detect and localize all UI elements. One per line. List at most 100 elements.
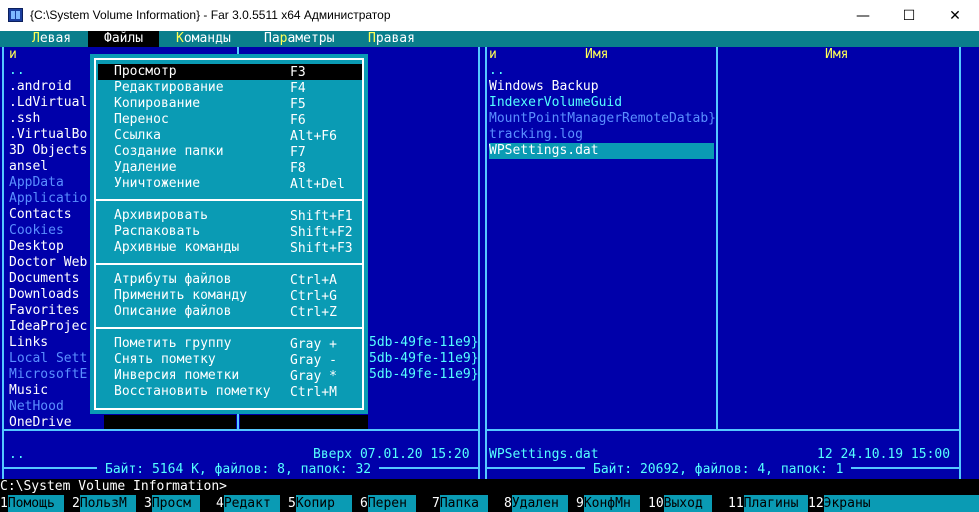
left-file-item[interactable]: ansel [9, 159, 48, 175]
menu-item[interactable]: Распаковать Shift+F2 [98, 224, 362, 240]
left-file-item[interactable]: Links [9, 335, 48, 351]
menu-item-shortcut: Gray - [290, 353, 337, 368]
menu-item-label: Пометить группу [114, 336, 232, 351]
menu-item[interactable]: Просмотр F3 [98, 64, 362, 80]
menu-item[interactable]: Удаление F8 [98, 160, 362, 176]
right-col-name-1: Имя [585, 47, 609, 62]
menu-item[interactable]: Редактирование F4 [98, 80, 362, 96]
right-file-item[interactable]: IndexerVolumeGuid [489, 95, 622, 111]
left-file-item[interactable]: Downloads [9, 287, 79, 303]
menu-item[interactable]: Архивные команды Shift+F3 [98, 240, 362, 256]
menu-commands[interactable]: Команды [176, 31, 231, 47]
fkey-12[interactable]: 12Экраны [808, 495, 979, 512]
menu-item[interactable]: Описание файлов Ctrl+Z [98, 304, 362, 320]
left-file-item[interactable]: AppData [9, 175, 64, 191]
fkey-label: Выход [663, 495, 712, 512]
menu-item-shortcut: F7 [290, 145, 306, 160]
menu-item[interactable]: Атрибуты файлов Ctrl+A [98, 272, 362, 288]
function-keybar: 1Помощь 2ПользМ 3Просм 4Редакт 5Копир 6Перен 7… [0, 495, 979, 512]
fkey-7[interactable]: 7Папка [432, 495, 488, 512]
fkey-8[interactable]: 8Удален [504, 495, 568, 512]
fkey-6[interactable]: 6Перен [360, 495, 416, 512]
fkey-1[interactable]: 1Помощь [0, 495, 64, 512]
menu-item-label: Перенос [114, 112, 169, 127]
menu-item[interactable]: Создание папки F7 [98, 144, 362, 160]
menu-item-shortcut: F5 [290, 97, 306, 112]
fkey-number: 6 [360, 496, 368, 511]
close-button[interactable]: ✕ [932, 0, 978, 31]
menu-item[interactable]: Пометить группу Gray + [98, 336, 362, 352]
left-file-item[interactable]: Local Sett [9, 351, 87, 367]
fkey-2[interactable]: 2ПользМ [72, 495, 136, 512]
menu-right[interactable]: Правая [368, 31, 415, 47]
menu-item-shortcut: Gray * [290, 369, 337, 384]
left-file-item[interactable]: .LdVirtual [9, 95, 87, 111]
left-file-item[interactable]: Doctor Web [9, 255, 87, 271]
menu-item-label: Создание папки [114, 144, 224, 159]
menu-item[interactable]: Снять пометку Gray - [98, 352, 362, 368]
left-file-item[interactable]: Contacts [9, 207, 72, 223]
guid-text: 5db-49fe-11e9} [369, 351, 479, 366]
left-file-item[interactable]: Cookies [9, 223, 64, 239]
left-file-item[interactable]: Music [9, 383, 48, 399]
right-file-item[interactable]: WPSettings.dat [489, 143, 714, 159]
command-line[interactable]: C:\System Volume Information> [0, 479, 979, 495]
menu-item[interactable]: Уничтожение Alt+Del [98, 176, 362, 192]
menu-item-shortcut: Gray + [290, 337, 337, 352]
left-file-item[interactable]: Applicatio [9, 191, 87, 207]
fkey-5[interactable]: 5Копир [288, 495, 352, 512]
fkey-10[interactable]: 10Выход [648, 495, 712, 512]
menu-item[interactable]: Инверсия пометки Gray * [98, 368, 362, 384]
left-file-item[interactable]: .. [9, 63, 25, 79]
menu-item-shortcut: Alt+Del [290, 177, 345, 192]
menu-separator [94, 327, 364, 329]
menu-item-label: Ссылка [114, 128, 161, 143]
menu-item-label: Архивировать [114, 208, 208, 223]
menu-item[interactable]: Перенос F6 [98, 112, 362, 128]
fkey-number: 12 [808, 496, 824, 511]
menu-item-label: Распаковать [114, 224, 201, 239]
menu-files[interactable]: Файлы [88, 31, 160, 47]
menu-item-label: Восстановить пометку [114, 384, 271, 399]
fkey-4[interactable]: 4Редакт [216, 495, 280, 512]
left-file-item[interactable]: .VirtualBo [9, 127, 87, 143]
left-file-item[interactable]: 3D Objects [9, 143, 87, 159]
maximize-button[interactable]: ☐ [886, 0, 932, 31]
menu-options[interactable]: Параметры [264, 31, 334, 47]
left-file-item[interactable]: Favorites [9, 303, 79, 319]
menu-separator [94, 263, 364, 265]
left-file-item[interactable]: .ssh [9, 111, 40, 127]
fkey-9[interactable]: 9КонфМн [576, 495, 640, 512]
left-file-item[interactable]: .android [9, 79, 72, 95]
left-file-item[interactable]: MicrosoftE [9, 367, 87, 383]
menu-item[interactable]: Восстановить пометку Ctrl+M [98, 384, 362, 400]
right-col-header: и [489, 47, 497, 62]
menu-left[interactable]: Левая [32, 31, 71, 47]
console-screen: Левая Файлы Команды Параметры Правая и .… [0, 31, 979, 512]
right-panel[interactable]: и Имя Имя .. Windows Backup IndexerVolumeG… [483, 47, 979, 479]
left-file-item[interactable]: OneDrive [9, 415, 72, 431]
fkey-label: Копир [295, 495, 352, 512]
menu-item-shortcut: F6 [290, 113, 306, 128]
menu-item[interactable]: Ссылка Alt+F6 [98, 128, 362, 144]
right-file-item[interactable]: MountPointManagerRemoteDatab} [489, 111, 716, 127]
left-file-item[interactable]: NetHood [9, 399, 64, 415]
left-file-item[interactable]: Desktop [9, 239, 64, 255]
fkey-3[interactable]: 3Просм [144, 495, 200, 512]
right-file-item[interactable]: Windows Backup [489, 79, 599, 95]
right-margin [961, 47, 979, 479]
fkey-11[interactable]: 11Плагины [728, 495, 808, 512]
menu-item-shortcut: Shift+F3 [290, 241, 353, 256]
menu-item-label: Копирование [114, 96, 201, 111]
fkey-number: 1 [0, 496, 8, 511]
files-dropdown-menu: Просмотр F3 Редактирование F4 Копирование F5 П… [90, 54, 368, 414]
right-panel-footer: Байт: 20692, файлов: 4, папок: 1 [585, 462, 852, 478]
left-file-item[interactable]: IdeaProjec [9, 319, 87, 335]
minimize-button[interactable]: — [840, 0, 886, 31]
right-file-item[interactable]: tracking.log [489, 127, 583, 143]
right-file-item[interactable]: .. [489, 63, 505, 79]
left-file-item[interactable]: Documents [9, 271, 79, 287]
menu-item[interactable]: Архивировать Shift+F1 [98, 208, 362, 224]
menu-item[interactable]: Применить команду Ctrl+G [98, 288, 362, 304]
menu-item[interactable]: Копирование F5 [98, 96, 362, 112]
